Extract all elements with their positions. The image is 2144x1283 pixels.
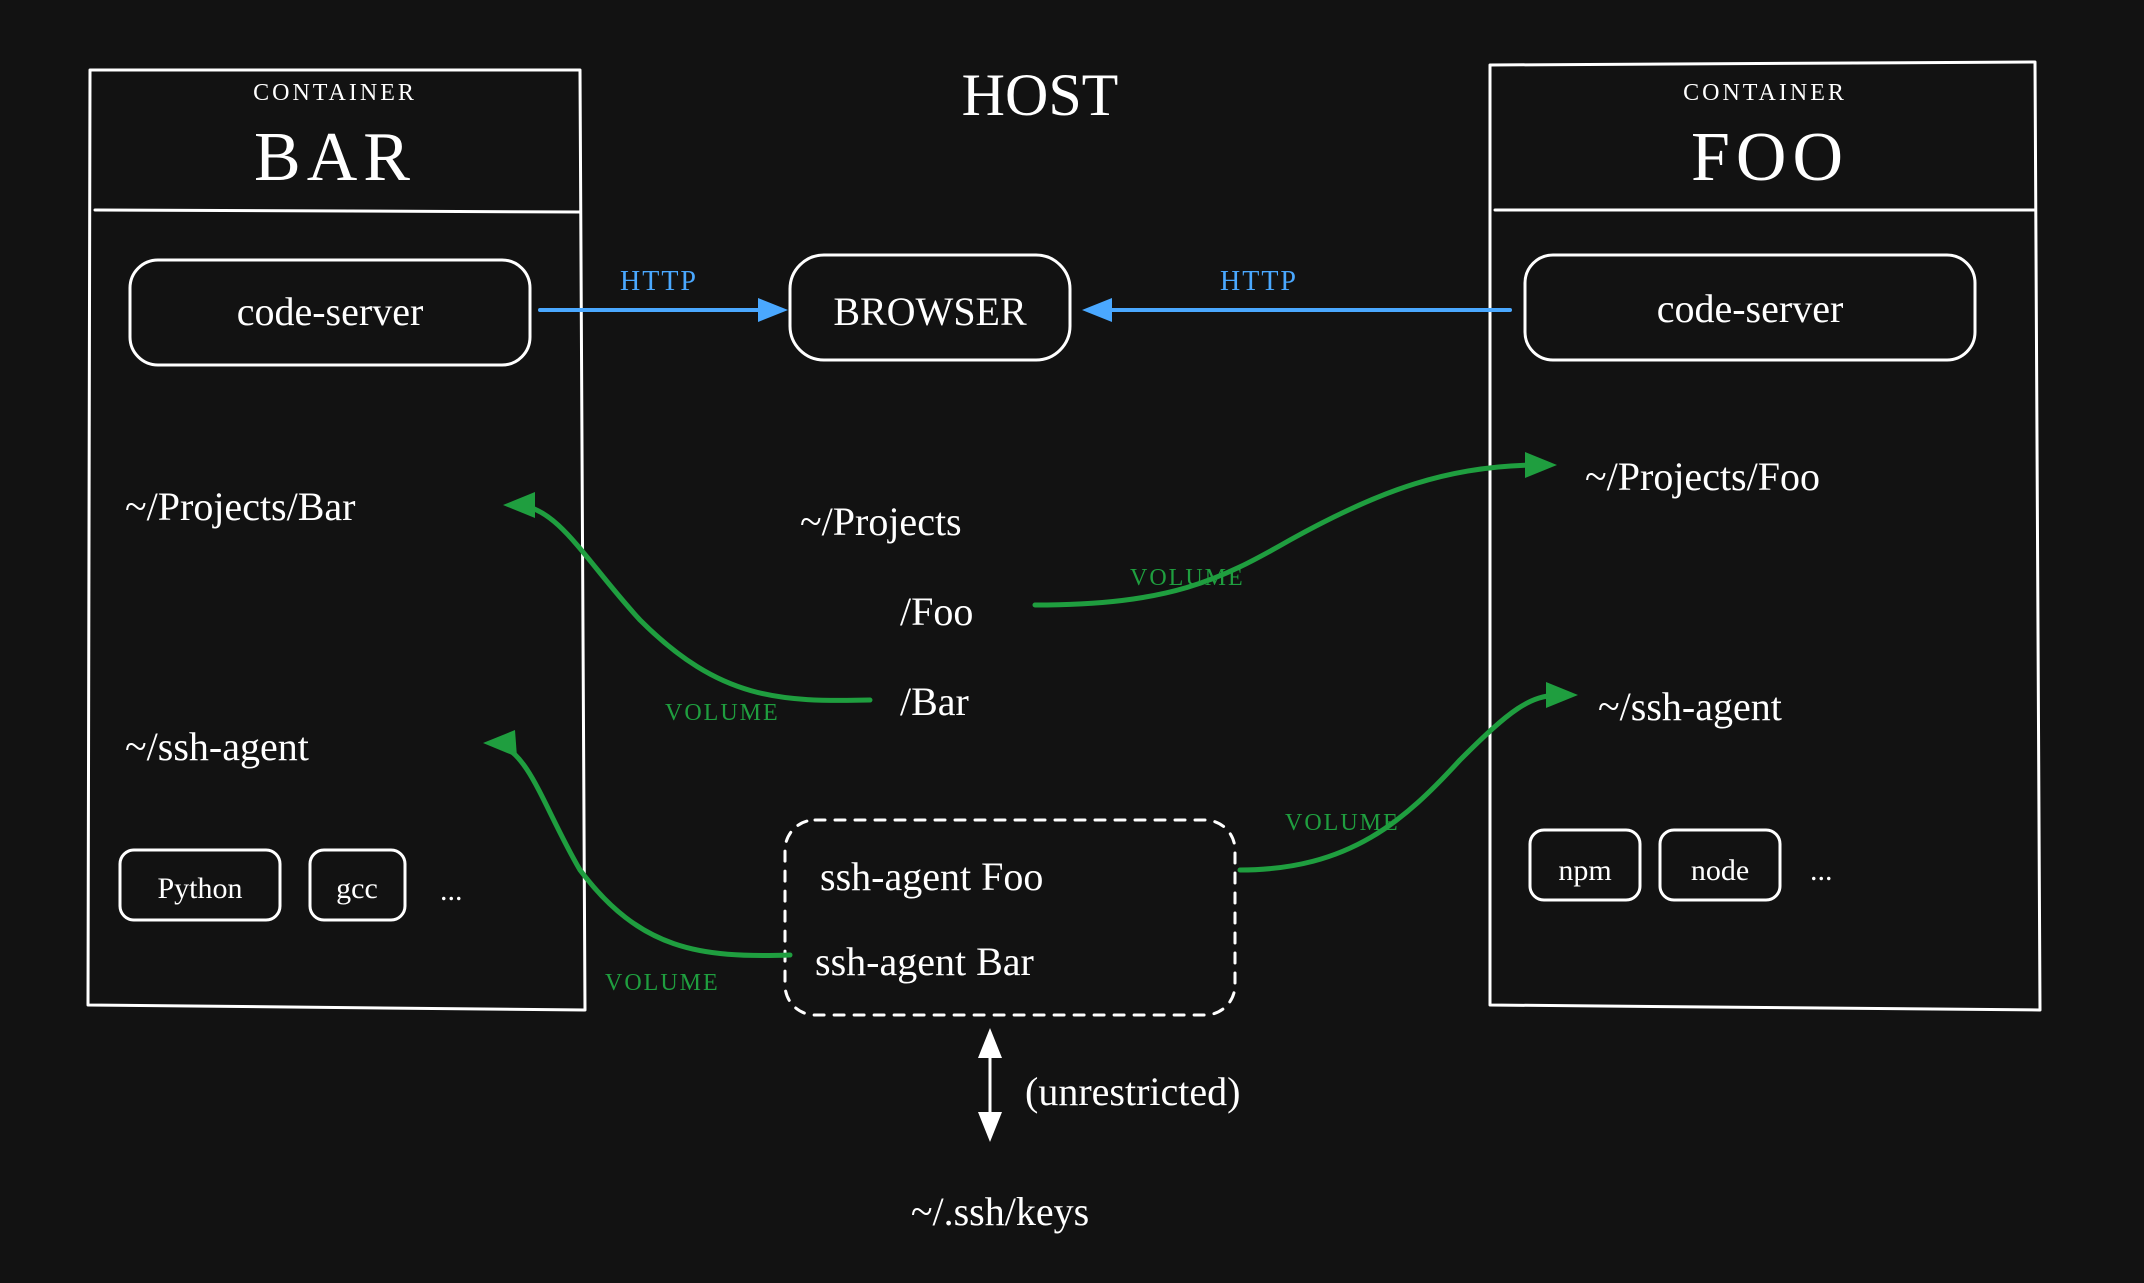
volume-label-foo-ssh: VOLUME xyxy=(1285,810,1400,836)
host-ssh-agent-foo: ssh-agent Foo xyxy=(820,854,1043,899)
foo-ssh-agent: ~/ssh-agent xyxy=(1598,684,1782,729)
container-bar: CONTAINER BAR code-server ~/Projects/Bar… xyxy=(88,70,585,1010)
bar-projects-path: ~/Projects/Bar xyxy=(125,484,356,529)
foo-projects-path: ~/Projects/Foo xyxy=(1585,454,1820,499)
container-bar-name: BAR xyxy=(254,119,416,196)
container-bar-label: CONTAINER xyxy=(253,80,417,106)
http-label-left: HTTP xyxy=(620,266,698,297)
container-foo: CONTAINER FOO code-server ~/Projects/Foo… xyxy=(1490,62,2040,1010)
bar-tools-more: ... xyxy=(440,874,463,907)
foo-tool-npm: npm xyxy=(1558,854,1611,887)
host-unrestricted: (unrestricted) xyxy=(1025,1069,1240,1114)
container-foo-label: CONTAINER xyxy=(1683,80,1847,106)
http-arrow-left: HTTP xyxy=(540,266,788,322)
host-project-bar: /Bar xyxy=(900,679,969,724)
volume-label-bar-projects: VOLUME xyxy=(665,700,780,726)
host-ssh-keys: ~/.ssh/keys xyxy=(911,1189,1089,1234)
host: HOST BROWSER ~/Projects /Foo /Bar ssh-ag… xyxy=(785,62,1240,1234)
foo-tool-node: node xyxy=(1691,854,1749,887)
host-projects-root: ~/Projects xyxy=(800,499,962,544)
host-browser: BROWSER xyxy=(833,289,1027,334)
host-ssh-agent-bar: ssh-agent Bar xyxy=(815,939,1034,984)
http-arrow-right: HTTP xyxy=(1082,266,1510,322)
volume-arrow-foo-ssh: VOLUME xyxy=(1240,682,1578,870)
http-label-right: HTTP xyxy=(1220,266,1298,297)
foo-code-server: code-server xyxy=(1657,286,1844,331)
host-project-foo: /Foo xyxy=(900,589,973,634)
foo-tools-more: ... xyxy=(1810,854,1833,887)
bar-ssh-agent: ~/ssh-agent xyxy=(125,724,309,769)
bar-code-server: code-server xyxy=(237,289,424,334)
volume-arrow-bar-ssh: VOLUME xyxy=(483,730,790,996)
host-title: HOST xyxy=(962,62,1119,128)
container-foo-name: FOO xyxy=(1691,119,1849,196)
volume-label-foo-projects: VOLUME xyxy=(1130,565,1245,591)
bar-tool-python: Python xyxy=(157,872,242,905)
bar-tool-gcc: gcc xyxy=(336,872,378,905)
volume-label-bar-ssh: VOLUME xyxy=(605,970,720,996)
volume-arrow-foo-projects: VOLUME xyxy=(1035,452,1557,605)
